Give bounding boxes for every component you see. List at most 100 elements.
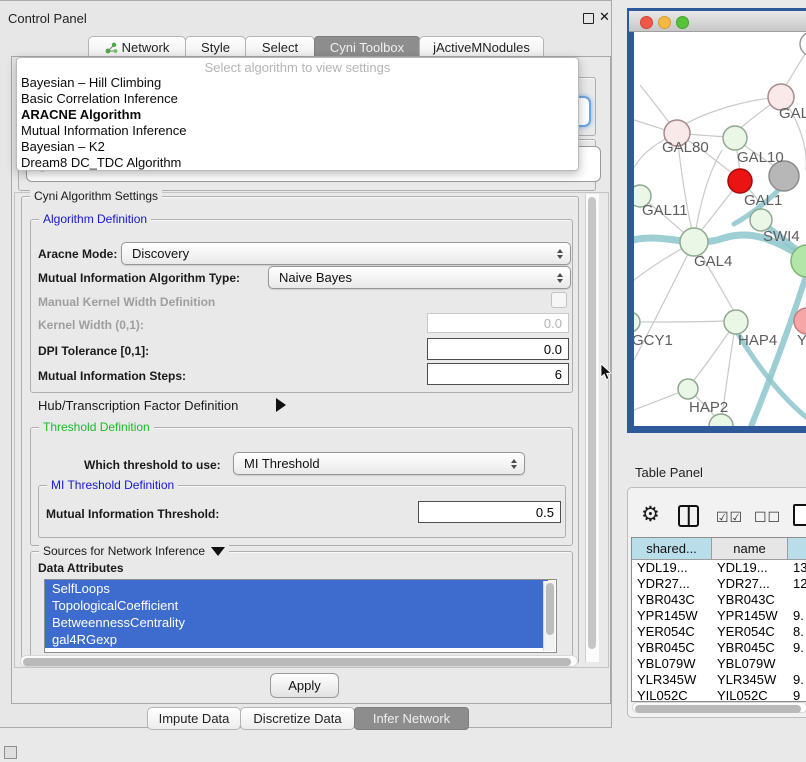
table-row[interactable]: YBR045CYBR045C9. bbox=[632, 640, 806, 656]
table-cell[interactable]: 12 bbox=[788, 576, 806, 592]
manual-kernel-checkbox[interactable] bbox=[551, 292, 567, 308]
tab-impute-data[interactable]: Impute Data bbox=[147, 707, 241, 730]
data-attribute-item[interactable]: BetweennessCentrality bbox=[45, 614, 548, 631]
horizontal-scrollbar[interactable] bbox=[20, 655, 578, 667]
table-cell[interactable]: YDR27... bbox=[632, 576, 712, 592]
table-cell[interactable]: YLR345W bbox=[712, 672, 788, 688]
table-horizontal-scrollbar-thumb[interactable] bbox=[635, 705, 801, 713]
table-cell[interactable]: YLR345W bbox=[632, 672, 712, 688]
list-scrollbar[interactable] bbox=[543, 581, 555, 651]
table-cell[interactable]: YER054C bbox=[632, 624, 712, 640]
network-node-label: GCY1 bbox=[634, 332, 673, 349]
table-row[interactable]: YBR043CYBR043C bbox=[632, 592, 806, 608]
sources-title-text: Sources for Network Inference bbox=[43, 544, 205, 558]
minimize-traffic-light-icon[interactable] bbox=[658, 16, 671, 29]
table-cell[interactable]: 13 bbox=[788, 560, 806, 576]
algorithm-option[interactable]: Bayesian – K2 bbox=[17, 139, 578, 155]
split-columns-icon[interactable] bbox=[678, 505, 699, 527]
checked-boxes-icon[interactable]: ☑☑ bbox=[716, 509, 743, 526]
table-cell[interactable]: 9. bbox=[788, 608, 806, 624]
gear-icon[interactable]: ⚙ bbox=[641, 504, 660, 526]
zoom-traffic-light-icon[interactable] bbox=[676, 16, 689, 29]
kernel-width-field[interactable]: 0.0 bbox=[427, 313, 569, 333]
network-node[interactable] bbox=[723, 126, 747, 150]
table-cell[interactable]: YPR145W bbox=[712, 608, 788, 624]
horizontal-scrollbar-thumb[interactable] bbox=[23, 658, 571, 666]
data-attributes-list[interactable]: SelfLoopsTopologicalCoefficientBetweenne… bbox=[44, 579, 557, 653]
table-row[interactable]: YDL19...YDL19...13 bbox=[632, 560, 806, 576]
expand-arrow-icon[interactable] bbox=[276, 398, 286, 412]
table-cell[interactable]: 9. bbox=[788, 672, 806, 688]
table-row[interactable]: YPR145WYPR145W9. bbox=[632, 608, 806, 624]
column-header-cut[interactable] bbox=[788, 538, 806, 560]
table-cell[interactable]: YBR043C bbox=[632, 592, 712, 608]
network-node[interactable] bbox=[680, 228, 708, 256]
vertical-scrollbar-thumb[interactable] bbox=[588, 197, 596, 649]
table-cell[interactable]: YBL079W bbox=[712, 656, 788, 672]
table-row[interactable]: YER054CYER054C8. bbox=[632, 624, 806, 640]
close-icon[interactable]: ✕ bbox=[599, 9, 610, 25]
table-row[interactable]: YLR345WYLR345W9. bbox=[632, 672, 806, 688]
table-cell[interactable]: YPR145W bbox=[632, 608, 712, 624]
table-cell[interactable]: YBR043C bbox=[712, 592, 788, 608]
which-threshold-combobox[interactable]: MI Threshold bbox=[233, 452, 525, 475]
algorithm-option[interactable]: Basic Correlation Inference bbox=[17, 91, 578, 107]
data-attribute-item[interactable]: SelfLoops bbox=[45, 580, 548, 597]
network-graph: GALGAL80GAL10GAL1GAL11SWI4GAL4HAP4YGCY1H… bbox=[634, 32, 806, 426]
mi-threshold-field[interactable]: 0.5 bbox=[418, 501, 561, 523]
table-cell[interactable]: YBL079W bbox=[632, 656, 712, 672]
network-node[interactable] bbox=[724, 310, 748, 334]
data-attribute-item[interactable]: TopologicalCoefficient bbox=[45, 597, 548, 614]
table-cell[interactable]: YBR045C bbox=[712, 640, 788, 656]
tab-discretize-data[interactable]: Discretize Data bbox=[240, 707, 355, 730]
list-scrollbar-thumb[interactable] bbox=[546, 583, 554, 635]
table-horizontal-scrollbar[interactable] bbox=[632, 702, 806, 713]
collapsed-panel-icon[interactable] bbox=[4, 746, 17, 759]
table-cell[interactable]: YDR27... bbox=[712, 576, 788, 592]
table-cell[interactable]: YER054C bbox=[712, 624, 788, 640]
mi-type-combobox[interactable]: Naive Bayes bbox=[268, 266, 571, 289]
dpi-tolerance-field[interactable]: 0.0 bbox=[427, 338, 569, 360]
table-row[interactable]: YBL079WYBL079W bbox=[632, 656, 806, 672]
combo-stepper-icon bbox=[511, 459, 517, 469]
network-node-label: GAL4 bbox=[694, 253, 732, 270]
apply-button[interactable]: Apply bbox=[270, 673, 339, 698]
table-cell[interactable]: YDL19... bbox=[712, 560, 788, 576]
network-icon bbox=[105, 42, 118, 54]
tab-infer-network[interactable]: Infer Network bbox=[354, 707, 469, 730]
table-cell[interactable]: 9. bbox=[788, 640, 806, 656]
table-row[interactable]: YDR27...YDR27...12 bbox=[632, 576, 806, 592]
algorithm-option[interactable]: Mutual Information Inference bbox=[17, 123, 578, 139]
float-window-icon[interactable] bbox=[583, 13, 594, 24]
unchecked-boxes-icon[interactable]: ☐☐ bbox=[754, 509, 781, 526]
network-node[interactable] bbox=[634, 312, 640, 332]
network-canvas[interactable]: GALGAL80GAL10GAL1GAL11SWI4GAL4HAP4YGCY1H… bbox=[634, 32, 806, 426]
data-attributes-label: Data Attributes bbox=[38, 561, 124, 575]
aracne-mode-combobox[interactable]: Discovery bbox=[121, 242, 571, 265]
algorithm-option[interactable]: Bayesian – Hill Climbing bbox=[17, 75, 578, 91]
table-cell[interactable]: 8. bbox=[788, 624, 806, 640]
mi-steps-value: 6 bbox=[555, 367, 562, 382]
network-node[interactable] bbox=[678, 379, 698, 399]
table-cell[interactable]: YDL19... bbox=[632, 560, 712, 576]
dpi-tolerance-label: DPI Tolerance [0,1]: bbox=[38, 344, 149, 358]
data-attribute-item[interactable]: gal4RGexp bbox=[45, 631, 548, 648]
table-cell[interactable] bbox=[788, 656, 806, 672]
mi-steps-field[interactable]: 6 bbox=[427, 363, 569, 385]
page-icon[interactable] bbox=[793, 504, 806, 526]
network-window-titlebar[interactable] bbox=[629, 11, 806, 32]
algorithm-option[interactable]: ARACNE Algorithm bbox=[17, 107, 578, 123]
close-traffic-light-icon[interactable] bbox=[640, 16, 653, 29]
vertical-scrollbar[interactable] bbox=[585, 194, 599, 662]
algorithm-definition-title: Algorithm Definition bbox=[39, 212, 151, 226]
network-edge[interactable] bbox=[684, 97, 781, 125]
algorithm-option[interactable]: Dream8 DC_TDC Algorithm bbox=[17, 155, 578, 171]
network-node[interactable] bbox=[800, 32, 806, 56]
table-cell[interactable]: YBR045C bbox=[632, 640, 712, 656]
column-header-shared-name[interactable]: shared... bbox=[632, 538, 712, 560]
column-header-name[interactable]: name bbox=[712, 538, 788, 560]
mi-threshold-group-title: MI Threshold Definition bbox=[47, 478, 178, 492]
table-cell[interactable] bbox=[788, 592, 806, 608]
collapse-arrow-icon[interactable] bbox=[211, 547, 225, 556]
network-node[interactable] bbox=[728, 169, 752, 193]
